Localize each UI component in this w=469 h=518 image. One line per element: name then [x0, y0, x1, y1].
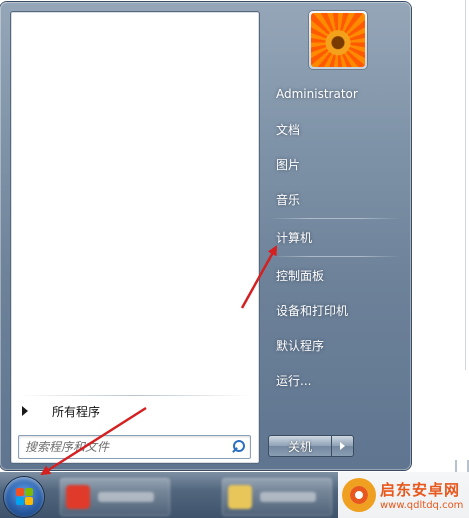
annotation-overlay	[40, 245, 278, 476]
annotation-arrow-computer	[240, 245, 278, 309]
annotation-arrow-start	[40, 406, 147, 476]
